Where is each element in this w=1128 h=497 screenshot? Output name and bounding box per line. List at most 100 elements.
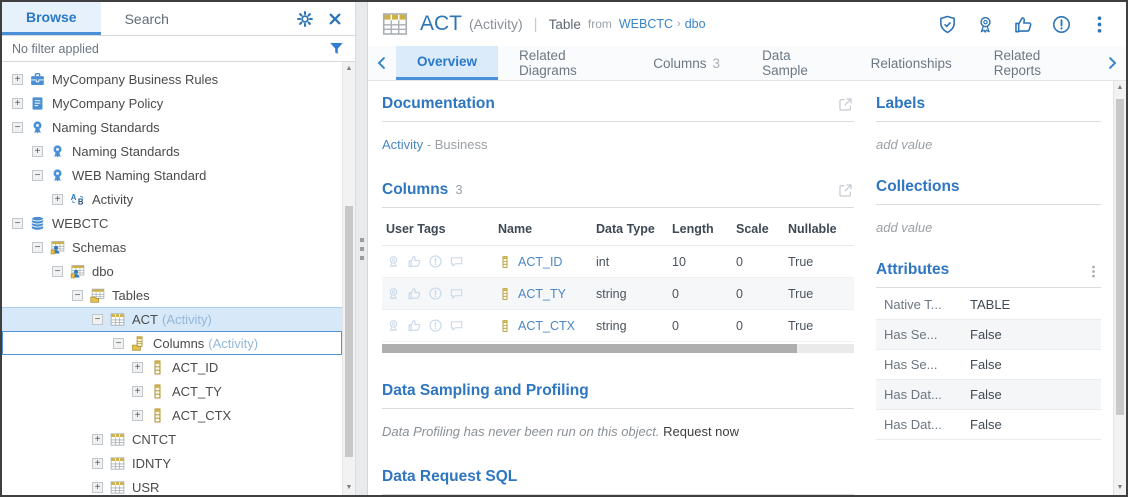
- tree-item-schemas[interactable]: −Schemas: [2, 235, 342, 259]
- tree-item-web-naming-standard[interactable]: −WEB Naming Standard: [2, 163, 342, 187]
- alert-icon[interactable]: [428, 318, 443, 333]
- labels-add-value[interactable]: add value: [876, 137, 1101, 152]
- certify-icon[interactable]: [386, 318, 401, 333]
- scroll-up-icon[interactable]: ▲: [343, 62, 355, 76]
- tree-item-activity[interactable]: +ABActivity: [2, 187, 342, 211]
- panel-splitter[interactable]: [355, 2, 368, 495]
- kebab-icon[interactable]: [1089, 14, 1110, 35]
- alert-icon[interactable]: [1051, 14, 1072, 35]
- tree-item-columns[interactable]: −Columns(Activity): [2, 331, 342, 355]
- comment-icon[interactable]: [449, 286, 464, 301]
- collapse-icon[interactable]: −: [113, 338, 124, 349]
- comment-icon[interactable]: [449, 254, 464, 269]
- tab-columns[interactable]: Columns3: [632, 46, 741, 80]
- collapse-icon[interactable]: −: [12, 218, 23, 229]
- tree-scrollbar[interactable]: ▲ ▼: [342, 62, 355, 495]
- certify-icon[interactable]: [975, 14, 996, 35]
- collapse-icon[interactable]: −: [92, 314, 103, 325]
- request-now-link[interactable]: Request now: [663, 424, 739, 439]
- collections-add-value[interactable]: add value: [876, 220, 1101, 235]
- tree-item-act[interactable]: −ACT(Activity): [2, 307, 342, 331]
- tree-item-act-ty[interactable]: +ACT_TY: [2, 379, 342, 403]
- tree-item-label: dbo: [92, 264, 114, 279]
- collapse-icon[interactable]: −: [32, 170, 43, 181]
- column-link[interactable]: ACT_CTX: [498, 319, 588, 333]
- tree-item-mycompany-policy[interactable]: +MyCompany Policy: [2, 91, 342, 115]
- tree-item-naming-standards[interactable]: −Naming Standards: [2, 115, 342, 139]
- main-scroll-thumb[interactable]: [1116, 99, 1124, 416]
- close-icon[interactable]: [327, 11, 343, 27]
- thumbs-up-icon[interactable]: [407, 286, 422, 301]
- expand-icon[interactable]: +: [132, 362, 143, 373]
- tab-related-reports[interactable]: Related Reports: [973, 46, 1098, 80]
- alert-icon[interactable]: [428, 286, 443, 301]
- tree-item-webctc[interactable]: −WEBCTC: [2, 211, 342, 235]
- tree-item-usr[interactable]: +USR: [2, 475, 342, 495]
- tab-data-sample[interactable]: Data Sample: [741, 46, 850, 80]
- thumbs-up-icon[interactable]: [407, 318, 422, 333]
- expand-icon[interactable]: +: [92, 434, 103, 445]
- chevron-left-icon[interactable]: [368, 46, 396, 80]
- gear-icon[interactable]: [296, 10, 314, 28]
- shield-check-icon[interactable]: [937, 14, 958, 35]
- tab-browse[interactable]: Browse: [2, 2, 101, 35]
- collections-section: Collections add value: [876, 178, 1101, 235]
- filter-bar: No filter applied: [2, 36, 355, 62]
- cell-length: 10: [668, 246, 732, 278]
- collapse-icon[interactable]: −: [72, 290, 83, 301]
- thumbs-up-icon[interactable]: [407, 254, 422, 269]
- tree-scroll-thumb[interactable]: [345, 206, 353, 457]
- tab-overview[interactable]: Overview: [396, 46, 498, 80]
- comment-icon[interactable]: [449, 318, 464, 333]
- expand-icon[interactable]: +: [92, 482, 103, 493]
- tree-item-tables[interactable]: −Tables: [2, 283, 342, 307]
- certify-icon[interactable]: [386, 286, 401, 301]
- tree-item-idnty[interactable]: +IDNTY: [2, 451, 342, 475]
- thumbs-up-icon[interactable]: [1013, 14, 1034, 35]
- scroll-down-icon[interactable]: ▼: [1114, 481, 1126, 495]
- breadcrumb-schema[interactable]: dbo: [685, 17, 706, 31]
- tab-search[interactable]: Search: [101, 2, 193, 35]
- columns-hscroll-thumb[interactable]: [382, 344, 797, 353]
- expand-icon[interactable]: +: [12, 74, 23, 85]
- columns-hscrollbar[interactable]: [382, 344, 854, 353]
- attributes-kebab-icon[interactable]: [1086, 264, 1101, 279]
- tree-item-act-id[interactable]: +ACT_ID: [2, 355, 342, 379]
- expand-icon[interactable]: +: [52, 194, 63, 205]
- column-name: ACT_CTX: [518, 319, 575, 333]
- alert-icon[interactable]: [428, 254, 443, 269]
- breadcrumb-source[interactable]: WEBCTC: [619, 17, 673, 31]
- filter-icon[interactable]: [328, 40, 345, 57]
- medal-icon: [49, 143, 66, 160]
- documentation-link[interactable]: Activity: [382, 137, 423, 152]
- expand-icon[interactable]: +: [132, 386, 143, 397]
- tree-item-dbo[interactable]: − dbo: [2, 259, 342, 283]
- expand-icon[interactable]: +: [92, 458, 103, 469]
- column-link[interactable]: ACT_ID: [498, 255, 588, 269]
- tab-relationships[interactable]: Relationships: [850, 46, 973, 80]
- expand-icon[interactable]: +: [32, 146, 43, 157]
- scroll-up-icon[interactable]: ▲: [1114, 81, 1126, 95]
- main-scrollbar[interactable]: ▲ ▼: [1113, 81, 1126, 495]
- open-documentation-icon[interactable]: [837, 96, 854, 113]
- collapse-icon[interactable]: −: [12, 122, 23, 133]
- table-row: ACT_TYstring00True: [382, 278, 854, 310]
- collapse-icon[interactable]: −: [32, 242, 43, 253]
- column-link[interactable]: ACT_TY: [498, 287, 588, 301]
- attribute-value: False: [970, 357, 1002, 372]
- profiling-title: Data Sampling and Profiling: [382, 382, 589, 400]
- tree-item-cntct[interactable]: +CNTCT: [2, 427, 342, 451]
- cell-data-type: string: [592, 310, 668, 342]
- scroll-down-icon[interactable]: ▼: [343, 481, 355, 495]
- tree-item-naming-standards[interactable]: +Naming Standards: [2, 139, 342, 163]
- browse-sidebar: Browse Search No filter applied +MyCompa…: [2, 2, 355, 495]
- expand-icon[interactable]: +: [132, 410, 143, 421]
- tab-related-diagrams[interactable]: Related Diagrams: [498, 46, 632, 80]
- expand-icon[interactable]: +: [12, 98, 23, 109]
- tree-item-act-ctx[interactable]: +ACT_CTX: [2, 403, 342, 427]
- collapse-icon[interactable]: −: [52, 266, 63, 277]
- tree-item-mycompany-business-rules[interactable]: +MyCompany Business Rules: [2, 67, 342, 91]
- certify-icon[interactable]: [386, 254, 401, 269]
- chevron-right-icon[interactable]: [1098, 46, 1126, 80]
- open-columns-icon[interactable]: [837, 182, 854, 199]
